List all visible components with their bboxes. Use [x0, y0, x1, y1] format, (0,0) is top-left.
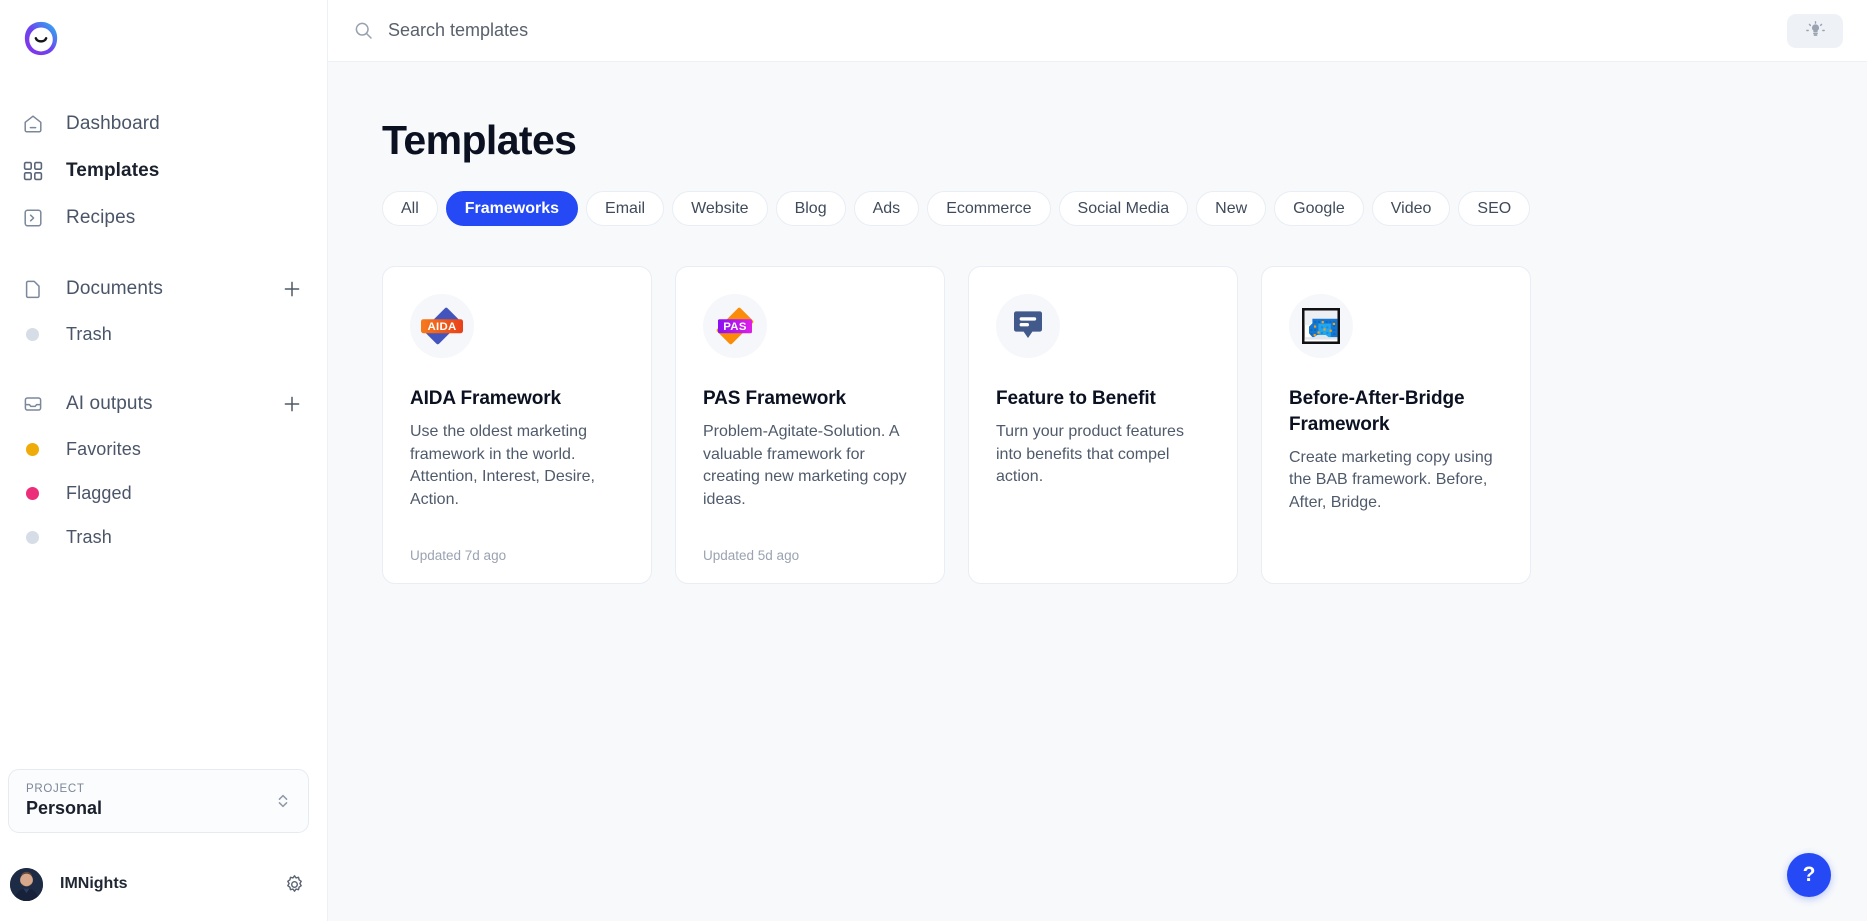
gear-icon[interactable]: [284, 874, 305, 895]
card-title: Feature to Benefit: [996, 388, 1156, 409]
template-card[interactable]: Before-After-Bridge Framework Create mar…: [1261, 266, 1531, 584]
sidebar-item-favorites[interactable]: Favorites: [0, 427, 327, 471]
content-inner: Templates All Frameworks Email Website B…: [328, 117, 1867, 584]
terminal-icon: [20, 205, 46, 231]
sidebar-item-label: Trash: [66, 526, 112, 547]
card-icon-container: [1289, 294, 1353, 358]
help-button[interactable]: ?: [1787, 853, 1831, 897]
file-icon: [20, 276, 46, 302]
documents-section: Documents Trash: [0, 265, 327, 356]
sidebar-item-dashboard[interactable]: Dashboard: [0, 100, 327, 147]
sidebar-item-label: Documents: [66, 277, 163, 299]
inbox-icon: [20, 391, 46, 417]
filter-pill-social-media[interactable]: Social Media: [1058, 191, 1189, 226]
sidebar-item-label: Favorites: [66, 438, 141, 459]
project-value: Personal: [26, 798, 103, 818]
user-avatar-image: [10, 867, 43, 901]
card-description: Create marketing copy using the BAB fram…: [1289, 448, 1493, 512]
filter-pill-video[interactable]: Video: [1371, 191, 1451, 226]
project-label: PROJECT: [26, 783, 85, 795]
sidebar-item-label: Dashboard: [66, 112, 160, 134]
sidebar-item-flagged[interactable]: Flagged: [0, 471, 327, 515]
template-card-grid: AIDA AIDA Framework Use the oldest marke…: [382, 266, 1827, 584]
app-root: Dashboard Templates Recipes Documents Tr…: [0, 0, 1867, 921]
card-description: Problem-Agitate-Solution. A valuable fra…: [703, 422, 907, 508]
sidebar-item-label: Trash: [66, 323, 112, 344]
sidebar-item-templates[interactable]: Templates: [0, 147, 327, 194]
sidebar-item-label: Flagged: [66, 482, 132, 503]
status-dot: [26, 442, 39, 456]
card-title: PAS Framework: [703, 388, 847, 409]
grid-icon: [20, 158, 46, 184]
filter-pill-new[interactable]: New: [1196, 191, 1267, 226]
aida-badge-icon: AIDA: [421, 307, 463, 345]
card-icon-container: [996, 294, 1060, 358]
avatar: [10, 867, 43, 901]
card-description: Use the oldest marketing framework in th…: [410, 422, 595, 508]
theme-toggle-button[interactable]: [1787, 13, 1843, 48]
project-selector[interactable]: PROJECT Personal: [8, 769, 309, 833]
filter-pill-seo[interactable]: SEO: [1458, 191, 1531, 226]
sidebar-item-documents[interactable]: Documents: [0, 265, 327, 312]
content-area: Templates All Frameworks Email Website B…: [328, 62, 1867, 921]
status-dot: [26, 327, 39, 341]
home-icon: [20, 111, 46, 137]
user-name: IMNights: [60, 875, 128, 892]
card-title: Before-After-Bridge Framework: [1289, 388, 1465, 435]
filter-pill-email[interactable]: Email: [586, 191, 665, 226]
card-updated-timestamp: [1289, 541, 1503, 563]
city-bridge-pixel-icon: [1302, 308, 1340, 344]
sidebar: Dashboard Templates Recipes Documents Tr…: [0, 0, 328, 921]
smiley-ring-logo-icon: [24, 21, 58, 56]
card-updated-timestamp: Updated 7d ago: [410, 548, 507, 563]
sidebar-item-documents-trash[interactable]: Trash: [0, 312, 327, 356]
search-icon: [354, 21, 373, 40]
sidebar-item-label: Templates: [66, 159, 160, 181]
svg-text:PAS: PAS: [723, 321, 747, 333]
template-card[interactable]: AIDA AIDA Framework Use the oldest marke…: [382, 266, 652, 584]
add-document-button[interactable]: [279, 276, 305, 302]
primary-nav: Dashboard Templates Recipes: [0, 100, 327, 241]
pas-badge-icon: PAS: [716, 307, 754, 345]
filter-pill-ads[interactable]: Ads: [853, 191, 920, 226]
lightbulb-icon: [1805, 21, 1825, 36]
status-dot: [26, 486, 39, 500]
template-card[interactable]: Feature to Benefit Turn your product fea…: [968, 266, 1238, 584]
speech-bubble-icon: [1014, 311, 1042, 338]
top-bar: [328, 0, 1867, 62]
search-input[interactable]: [388, 20, 908, 41]
filter-pill-all[interactable]: All: [382, 191, 438, 226]
ai-outputs-section: AI outputs Favorites Flagged Trash: [0, 380, 327, 559]
card-updated-timestamp: Updated 5d ago: [703, 548, 800, 563]
filter-pill-frameworks[interactable]: Frameworks: [445, 191, 579, 226]
sidebar-item-ai-outputs[interactable]: AI outputs: [0, 380, 327, 427]
sidebar-item-label: AI outputs: [66, 392, 153, 414]
filter-pill-group: All Frameworks Email Website Blog Ads Ec…: [382, 191, 1827, 226]
filter-pill-blog[interactable]: Blog: [775, 191, 846, 226]
user-account-row[interactable]: IMNights: [0, 847, 327, 921]
chevron-up-down-icon: [275, 791, 291, 811]
card-description: Turn your product features into benefits…: [996, 422, 1184, 486]
status-dot: [26, 530, 39, 544]
search-bar[interactable]: [354, 20, 1787, 41]
card-title: AIDA Framework: [410, 388, 561, 409]
card-updated-timestamp: [996, 541, 1210, 563]
card-icon-container: AIDA: [410, 294, 474, 358]
sidebar-item-label: Recipes: [66, 206, 136, 228]
card-icon-container: PAS: [703, 294, 767, 358]
filter-pill-website[interactable]: Website: [672, 191, 768, 226]
page-title: Templates: [382, 117, 577, 163]
svg-text:AIDA: AIDA: [427, 321, 456, 333]
add-ai-output-button[interactable]: [279, 391, 305, 417]
sidebar-item-recipes[interactable]: Recipes: [0, 194, 327, 241]
sidebar-item-ai-trash[interactable]: Trash: [0, 515, 327, 559]
filter-pill-ecommerce[interactable]: Ecommerce: [927, 191, 1051, 226]
logo-container[interactable]: [0, 0, 327, 72]
main-area: Templates All Frameworks Email Website B…: [328, 0, 1867, 921]
filter-pill-google[interactable]: Google: [1274, 191, 1364, 226]
project-text: PROJECT Personal: [26, 783, 102, 819]
template-card[interactable]: PAS PAS Framework Problem-Agitate-Soluti…: [675, 266, 945, 584]
